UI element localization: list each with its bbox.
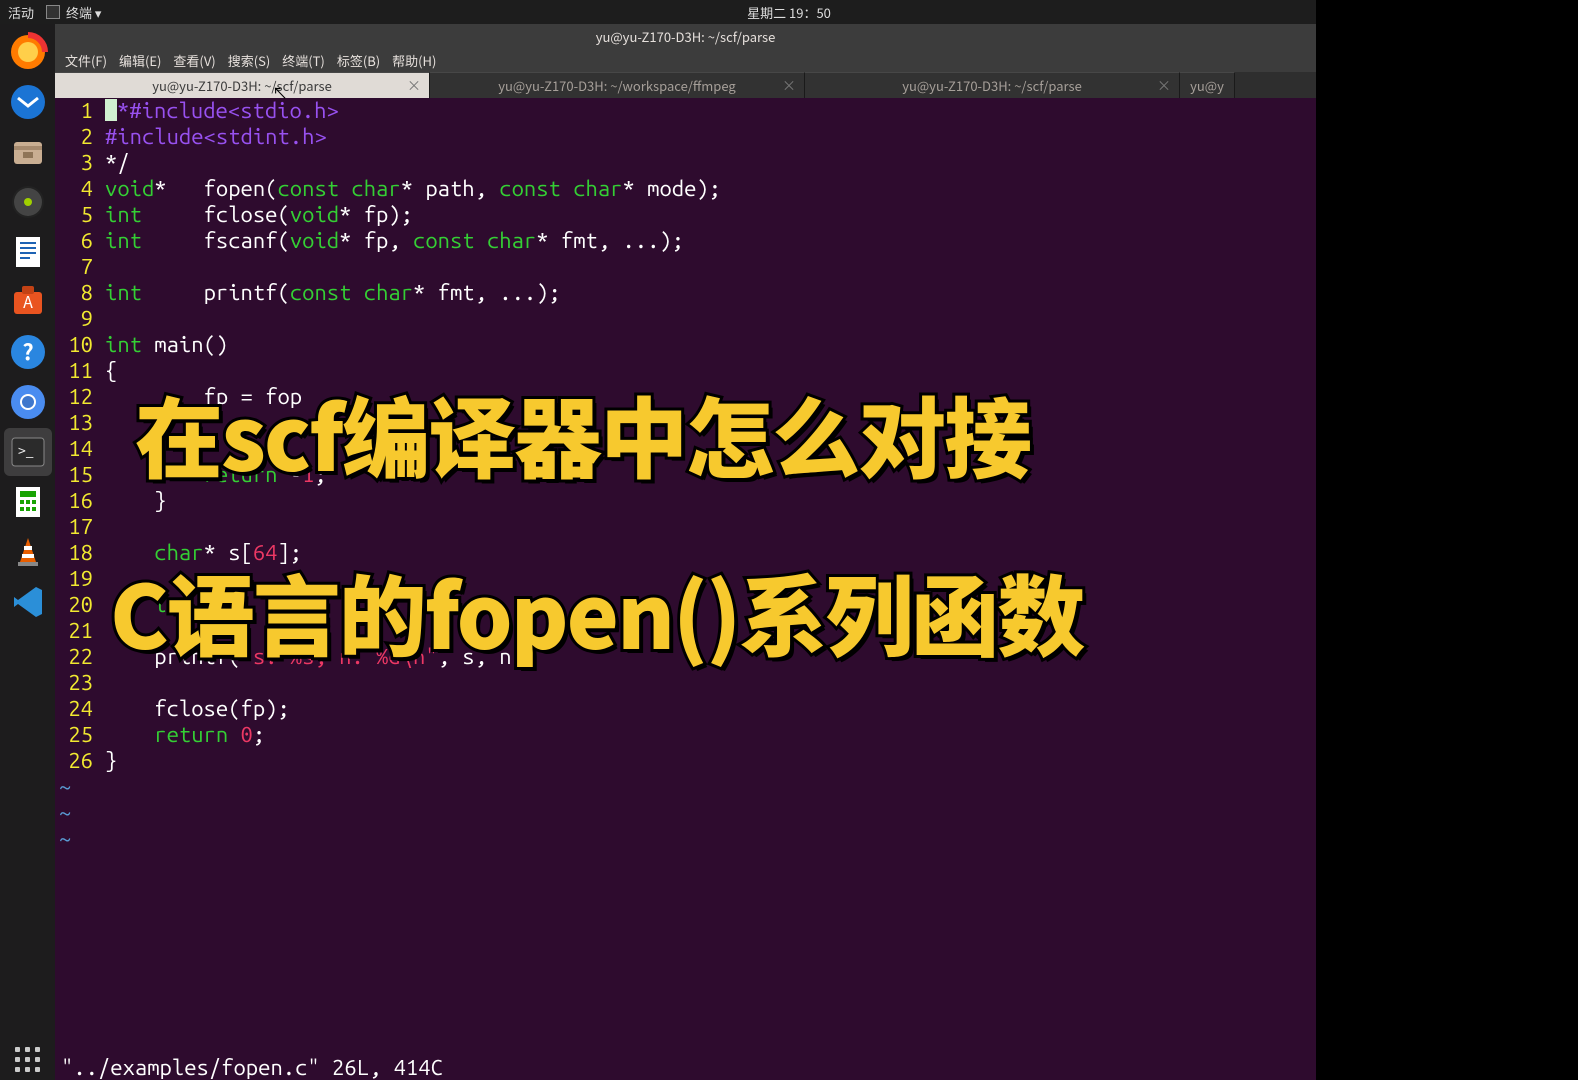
terminal-tab[interactable]: yu@yu-Z170-D3H: ~/workspace/ffmpeg× xyxy=(430,72,805,98)
vlc-icon[interactable] xyxy=(4,528,52,576)
vscode-icon[interactable] xyxy=(4,578,52,626)
terminal-tab[interactable]: yu@yu-Z170-D3H: ~/scf/parse× xyxy=(805,72,1180,98)
menu-edit[interactable]: 编辑(E) xyxy=(115,49,165,72)
menu-file[interactable]: 文件(F) xyxy=(61,49,111,72)
app-menu[interactable]: 终端 ▾ xyxy=(46,3,101,22)
svg-text:>_: >_ xyxy=(18,441,34,461)
code-content[interactable]: *#include<stdio.h>#include<stdint.h>*/vo… xyxy=(103,98,1316,1054)
show-apps-icon[interactable] xyxy=(15,1047,40,1072)
software-icon[interactable]: A xyxy=(4,278,52,326)
tab-bar: yu@yu-Z170-D3H: ~/scf/parse×yu@yu-Z170-D… xyxy=(55,72,1316,98)
activities-button[interactable]: 活动 xyxy=(8,3,34,22)
chromium-icon[interactable] xyxy=(4,378,52,426)
close-tab-icon[interactable]: × xyxy=(782,76,796,96)
terminal-tab[interactable]: yu@yu-Z170-D3H: ~/scf/parse× xyxy=(55,72,430,98)
menubar: 文件(F) 编辑(E) 查看(V) 搜索(S) 终端(T) 标签(B) 帮助(H… xyxy=(55,48,1316,72)
terminal-icon xyxy=(46,5,60,19)
help-icon[interactable]: ? xyxy=(4,328,52,376)
window-titlebar[interactable]: yu@yu-Z170-D3H: ~/scf/parse xyxy=(55,24,1316,48)
writer-icon[interactable] xyxy=(4,228,52,276)
menu-tabs[interactable]: 标签(B) xyxy=(333,49,384,72)
thunderbird-icon[interactable] xyxy=(4,78,52,126)
menu-help[interactable]: 帮助(H) xyxy=(388,49,440,72)
svg-text:?: ? xyxy=(22,335,33,367)
menu-search[interactable]: 搜索(S) xyxy=(224,49,275,72)
menu-view[interactable]: 查看(V) xyxy=(169,49,219,72)
menu-terminal[interactable]: 终端(T) xyxy=(278,49,329,72)
svg-text:A: A xyxy=(23,289,33,313)
terminal-tab[interactable]: yu@y xyxy=(1180,72,1235,98)
close-tab-icon[interactable]: × xyxy=(407,76,421,96)
firefox-icon[interactable] xyxy=(4,28,52,76)
close-tab-icon[interactable]: × xyxy=(1157,76,1171,96)
clock[interactable]: 星期二 19：50 xyxy=(747,3,831,22)
editor-area[interactable]: 1234567891011121314151617181920212223242… xyxy=(55,98,1316,1054)
vim-status-line: "../examples/fopen.c" 26L, 414C xyxy=(55,1054,1316,1080)
terminal-icon-dock[interactable]: >_ xyxy=(4,428,52,476)
terminal-window: yu@yu-Z170-D3H: ~/scf/parse 文件(F) 编辑(E) … xyxy=(55,24,1316,1080)
files-icon[interactable] xyxy=(4,128,52,176)
calc-icon[interactable] xyxy=(4,478,52,526)
disk-utility-icon[interactable] xyxy=(4,178,52,226)
dock: A ? >_ xyxy=(0,24,55,1080)
line-numbers: 1234567891011121314151617181920212223242… xyxy=(55,98,103,1054)
